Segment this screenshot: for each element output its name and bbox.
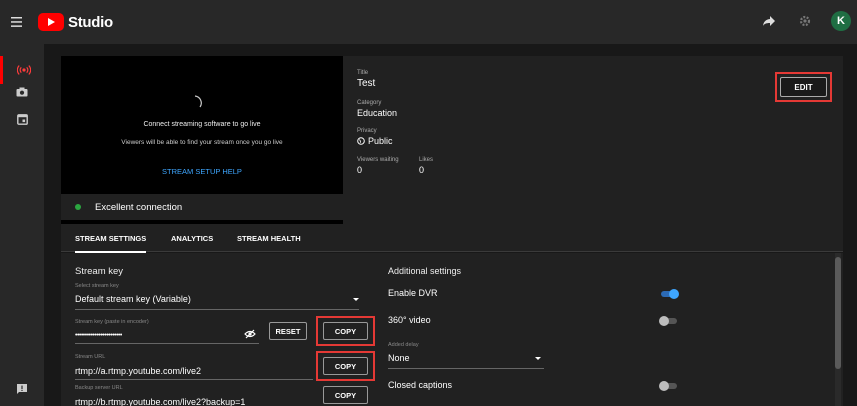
delay-underline (388, 368, 544, 369)
backup-url-field[interactable]: rtmp://b.rtmp.youtube.com/live2?backup=1 (75, 397, 245, 406)
reset-button[interactable]: RESET (269, 322, 307, 340)
closed-captions-toggle[interactable] (659, 381, 679, 391)
category-field: Category Education (357, 100, 397, 118)
privacy-label: Privacy (357, 128, 377, 134)
youtube-logo-icon (38, 13, 64, 31)
viewers-waiting-value: 0 (357, 165, 363, 175)
left-sidebar (0, 44, 44, 406)
stream-key-field[interactable]: •••••••••••••••••••••••• (75, 332, 122, 339)
closed-captions-label: Closed captions (388, 380, 453, 390)
title-value: Test (357, 78, 376, 89)
chevron-down-icon[interactable] (353, 298, 359, 301)
main-content: Connect streaming software to go live Vi… (44, 44, 857, 406)
stream-key-label: Stream key (paste in encoder) (75, 319, 149, 325)
stream-setup-help-link[interactable]: STREAM SETUP HELP (61, 167, 343, 176)
connection-status-bar: Excellent connection (61, 194, 843, 220)
edit-highlight-box: EDIT (775, 72, 832, 102)
top-app-bar: Studio K (0, 0, 857, 44)
likes-value: 0 (419, 165, 425, 175)
likes-label: Likes (419, 157, 434, 163)
edit-button[interactable]: EDIT (780, 77, 827, 97)
copy-key-button[interactable]: COPY (323, 322, 368, 340)
category-label: Category (357, 100, 382, 106)
tab-stream-health[interactable]: STREAM HEALTH (237, 224, 301, 252)
viewers-info-text: Viewers will be able to find your stream… (121, 139, 283, 146)
studio-logo[interactable]: Studio (38, 11, 113, 33)
copy-url-button[interactable]: COPY (323, 357, 368, 375)
hide-eye-icon[interactable] (244, 329, 256, 339)
viewers-waiting-label: Viewers waiting (357, 157, 399, 163)
title-field: Title Test (357, 70, 375, 89)
url-underline (75, 379, 313, 380)
share-arrow-icon[interactable] (759, 11, 779, 31)
loading-spinner-icon (186, 94, 204, 112)
select-underline (75, 309, 359, 310)
key-underline (75, 343, 259, 344)
privacy-value: Public (368, 136, 393, 146)
additional-settings-heading: Additional settings (388, 266, 462, 276)
stream-settings-panel: Stream key Select stream key Default str… (61, 253, 843, 406)
stream-key-select[interactable]: Default stream key (Variable) (75, 294, 191, 304)
video-360-toggle[interactable] (659, 316, 679, 326)
settings-tabs: STREAM SETTINGS ANALYTICS STREAM HEALTH (61, 224, 843, 253)
settings-scrollbar[interactable] (835, 253, 841, 406)
stream-url-label: Stream URL (75, 354, 106, 360)
select-key-label: Select stream key (75, 283, 119, 289)
backup-url-label: Backup server URL (75, 385, 123, 391)
calendar-icon[interactable] (0, 105, 44, 133)
gear-icon[interactable] (795, 11, 815, 31)
camera-icon[interactable] (0, 78, 44, 106)
scrollbar-thumb[interactable] (835, 257, 841, 369)
feedback-icon[interactable] (0, 375, 44, 403)
enable-dvr-label: Enable DVR (388, 288, 438, 298)
added-delay-label: Added delay (388, 342, 419, 348)
status-dot-icon (75, 204, 81, 210)
connection-status-text: Excellent connection (95, 201, 183, 213)
privacy-field: Privacy Public (357, 128, 393, 146)
viewers-waiting-field: Viewers waiting 0 (357, 157, 399, 175)
likes-field: Likes 0 (419, 157, 433, 175)
hamburger-menu-icon[interactable] (9, 14, 27, 30)
video-360-label: 360° video (388, 315, 431, 325)
tab-stream-settings[interactable]: STREAM SETTINGS (75, 224, 147, 253)
stream-key-heading: Stream key (75, 266, 124, 277)
title-label: Title (357, 70, 369, 76)
copy-backup-url-button[interactable]: COPY (323, 386, 368, 404)
category-value: Education (357, 108, 398, 118)
connect-software-text: Connect streaming software to go live (143, 121, 261, 128)
globe-icon (357, 137, 365, 145)
added-delay-select[interactable]: None (388, 353, 410, 363)
enable-dvr-toggle[interactable] (659, 289, 679, 299)
stream-url-field[interactable]: rtmp://a.rtmp.youtube.com/live2 (75, 366, 201, 376)
chevron-down-icon[interactable] (535, 357, 541, 360)
tab-analytics[interactable]: ANALYTICS (171, 224, 213, 252)
avatar[interactable]: K (831, 11, 851, 31)
app-name: Studio (68, 13, 113, 31)
